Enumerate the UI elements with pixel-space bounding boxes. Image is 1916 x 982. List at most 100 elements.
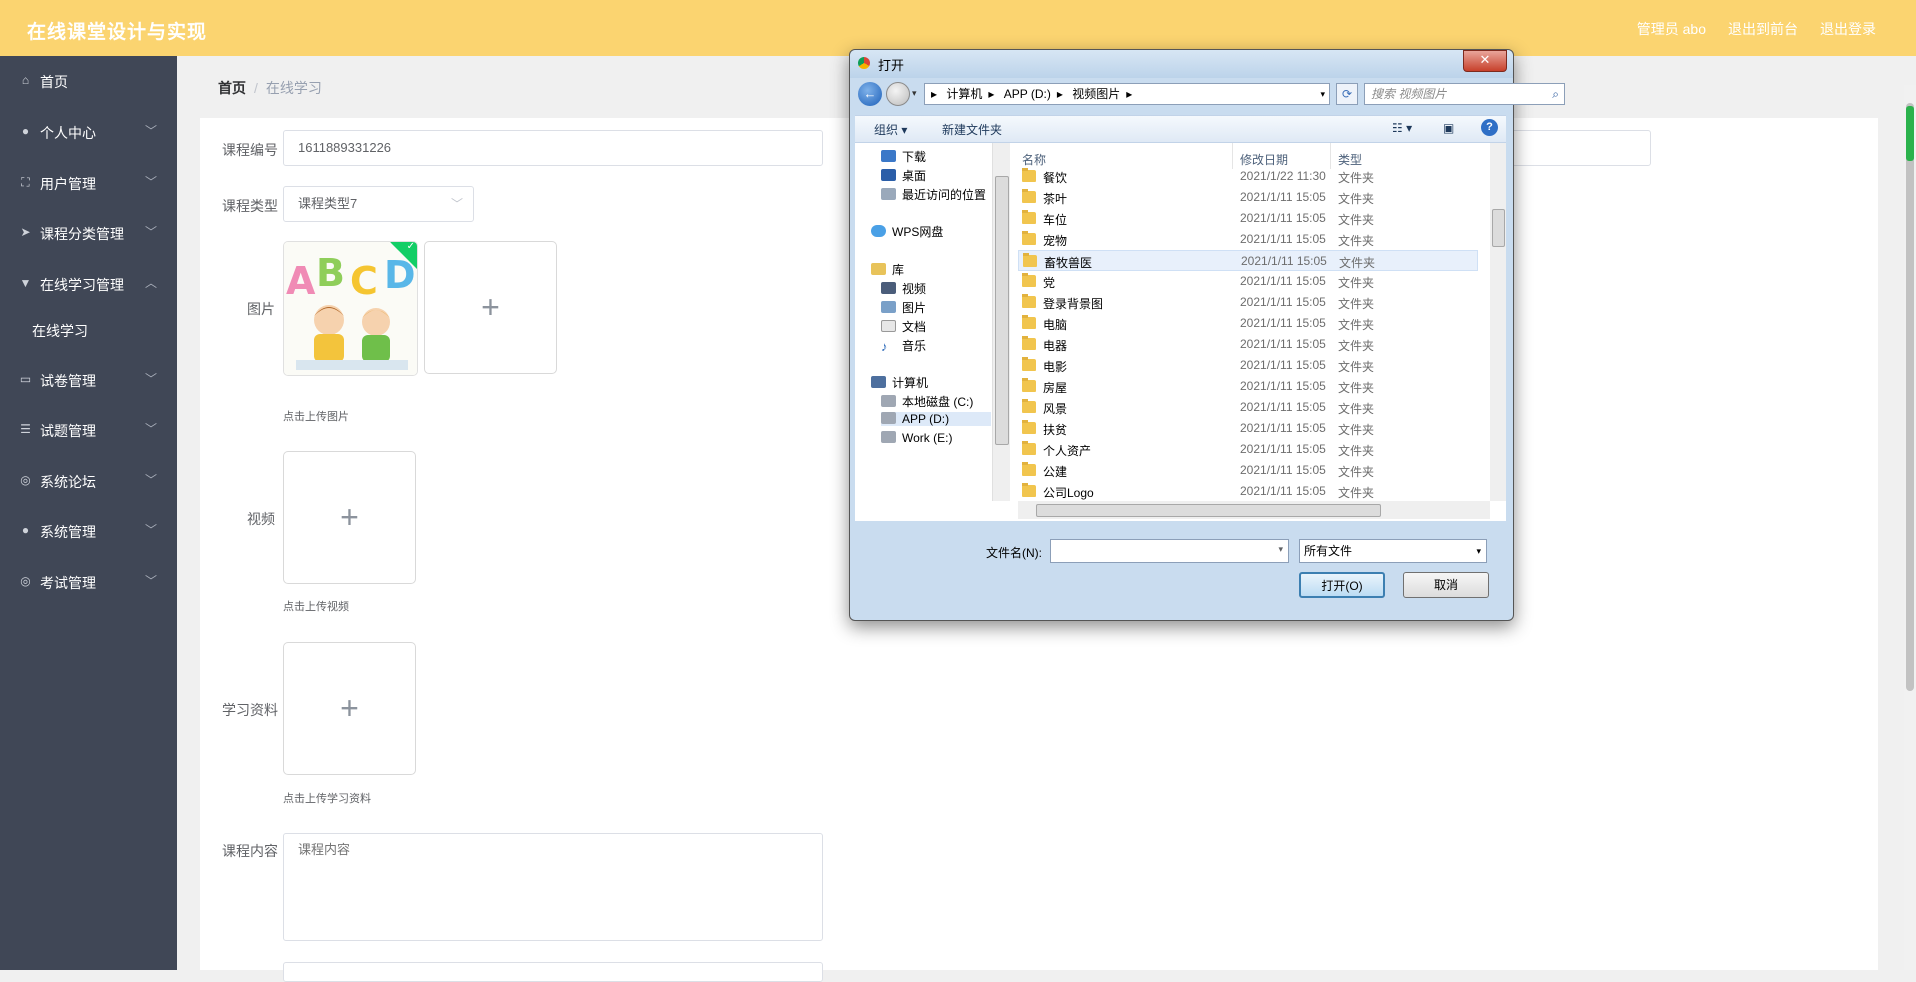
address-segment[interactable]: 计算机	[946, 87, 982, 101]
file-row-hovered[interactable]: 畜牧兽医 2021/1/11 15:05 文件夹	[1018, 250, 1478, 271]
user-icon: ●	[21, 124, 30, 138]
sidebar-item-forum[interactable]: ◎ 系统论坛 ﹀	[0, 461, 177, 501]
sidebar-item-personal-center[interactable]: ● 个人中心 ﹀	[0, 112, 177, 152]
course-no-input[interactable]: 1611889331226	[283, 130, 823, 166]
computer-icon	[871, 376, 886, 388]
file-row[interactable]: 扶贫 2021/1/11 15:05 文件夹	[1018, 418, 1478, 439]
search-icon: ⌕	[1552, 87, 1559, 101]
sidebar-item-home[interactable]: ⌂ 首页	[0, 61, 177, 101]
sidebar-item-user-management[interactable]: ⛶ 用户管理 ﹀	[0, 163, 177, 203]
file-row[interactable]: 电器 2021/1/11 15:05 文件夹	[1018, 334, 1478, 355]
file-row[interactable]: 风景 2021/1/11 15:05 文件夹	[1018, 397, 1478, 418]
file-row[interactable]: 车位 2021/1/11 15:05 文件夹	[1018, 208, 1478, 229]
material-upload-button[interactable]: +	[283, 642, 416, 775]
file-row[interactable]: 房屋 2021/1/11 15:05 文件夹	[1018, 376, 1478, 397]
sidebar-item-question[interactable]: ☰ 试题管理 ﹀	[0, 410, 177, 450]
file-row[interactable]: 公司Logo 2021/1/11 15:05 文件夹	[1018, 481, 1478, 502]
folder-icon	[1022, 399, 1036, 413]
sidebar-item-online-learning-management[interactable]: ▼ 在线学习管理 ︿	[0, 264, 177, 304]
image-upload-button[interactable]: +	[424, 241, 557, 374]
address-dropdown-icon[interactable]: ▾	[1320, 84, 1325, 104]
nav-item-documents[interactable]: 文档	[881, 318, 926, 335]
organize-button[interactable]: 组织 ▾	[874, 121, 907, 138]
course-type-select[interactable]: 课程类型7 ﹀	[283, 186, 474, 222]
file-row[interactable]: 电脑 2021/1/11 15:05 文件夹	[1018, 313, 1478, 334]
course-content-textarea[interactable]	[283, 833, 823, 941]
folder-icon	[1022, 336, 1036, 350]
file-row[interactable]: 公建 2021/1/11 15:05 文件夹	[1018, 460, 1478, 481]
right-column-input[interactable]	[1506, 130, 1651, 166]
nav-item-drive-e[interactable]: Work (E:)	[881, 431, 952, 445]
file-list-scrollbar[interactable]	[1490, 143, 1506, 501]
file-list-horizontal-scrollbar[interactable]	[1018, 501, 1490, 519]
chevron-down-icon[interactable]: ▾	[1278, 544, 1283, 555]
folder-icon	[1022, 168, 1036, 182]
address-bar[interactable]: ▸ 计算机 ▸ APP (D:) ▸ 视频图片 ▸ ▾	[924, 83, 1330, 105]
file-type-filter-select[interactable]: 所有文件 ▾	[1299, 539, 1487, 563]
preview-pane-icon[interactable]: ▣	[1443, 121, 1454, 135]
nav-item-wps-drive[interactable]: WPS网盘	[871, 223, 943, 240]
sidebar-item-system-management[interactable]: ● 系统管理 ﹀	[0, 511, 177, 551]
logout-link[interactable]: 退出登录	[1820, 19, 1876, 39]
close-button[interactable]: ✕	[1463, 50, 1507, 72]
back-to-front-link[interactable]: 退出到前台	[1728, 19, 1798, 39]
filename-input[interactable]: ▾	[1050, 539, 1289, 563]
forward-arrow-icon[interactable]	[886, 82, 910, 106]
new-folder-button[interactable]: 新建文件夹	[942, 121, 1002, 138]
file-name: 扶贫	[1043, 423, 1068, 437]
svg-text:C: C	[350, 259, 378, 303]
address-segment[interactable]: 视频图片	[1072, 87, 1120, 101]
nav-item-videos[interactable]: 视频	[881, 280, 926, 297]
help-icon[interactable]: ?	[1481, 119, 1498, 136]
nav-item-libraries[interactable]: 库	[871, 261, 904, 278]
file-row[interactable]: 宠物 2021/1/11 15:05 文件夹	[1018, 229, 1478, 250]
navigation-scrollbar[interactable]	[992, 143, 1010, 501]
breadcrumb-home[interactable]: 首页	[218, 80, 246, 96]
video-upload-button[interactable]: +	[283, 451, 416, 584]
nav-item-drive-d[interactable]: APP (D:)	[881, 412, 991, 426]
file-row[interactable]: 个人资产 2021/1/11 15:05 文件夹	[1018, 439, 1478, 460]
address-segment[interactable]: APP (D:)	[1004, 87, 1051, 101]
open-button[interactable]: 打开(O)	[1299, 572, 1385, 598]
page-scrollbar[interactable]	[1904, 85, 1916, 970]
file-row[interactable]: 茶叶 2021/1/11 15:05 文件夹	[1018, 187, 1478, 208]
view-options-icon[interactable]: ☷ ▾	[1392, 121, 1412, 135]
dialog-toolbar: 组织 ▾ 新建文件夹 ☷ ▾ ▣ ?	[855, 115, 1506, 143]
sidebar-item-exam-management[interactable]: ◎ 考试管理 ﹀	[0, 562, 177, 602]
compass-icon: ◎	[20, 473, 31, 487]
file-row[interactable]: 登录背景图 2021/1/11 15:05 文件夹	[1018, 292, 1478, 313]
dialog-title-bar[interactable]: 打开 ✕	[850, 50, 1513, 78]
search-input[interactable]: 搜索 视频图片 ⌕	[1364, 83, 1565, 105]
file-row[interactable]: 餐饮 2021/1/22 11:30 文件夹	[1018, 166, 1478, 187]
navigation-scrollbar-thumb[interactable]	[995, 176, 1009, 445]
nav-item-drive-c[interactable]: 本地磁盘 (C:)	[881, 393, 973, 410]
history-dropdown-icon[interactable]: ▾	[912, 88, 917, 99]
uploaded-image-thumbnail[interactable]: A B C D ✓	[283, 241, 418, 376]
cancel-button[interactable]: 取消	[1403, 572, 1489, 598]
horizontal-scrollbar-thumb[interactable]	[1036, 504, 1381, 517]
admin-user-link[interactable]: 管理员 abo	[1637, 19, 1706, 39]
back-arrow-icon[interactable]: ←	[858, 82, 882, 106]
nav-item-recent[interactable]: 最近访问的位置	[881, 186, 986, 203]
file-date: 2021/1/11 15:05	[1240, 337, 1326, 351]
file-type: 文件夹	[1338, 234, 1375, 248]
svg-text:B: B	[316, 251, 345, 295]
nav-item-downloads[interactable]: 下载	[881, 148, 926, 165]
nav-item-pictures[interactable]: 图片	[881, 299, 926, 316]
nav-item-desktop[interactable]: 桌面	[881, 167, 926, 184]
nav-item-label: APP (D:)	[902, 412, 950, 426]
nav-item-computer[interactable]: 计算机	[871, 374, 928, 391]
file-row[interactable]: 党 2021/1/11 15:05 文件夹	[1018, 271, 1478, 292]
nav-item-music[interactable]: ♪ 音乐	[881, 337, 926, 354]
next-field-input[interactable]	[283, 962, 823, 982]
file-list-scrollbar-thumb[interactable]	[1492, 209, 1505, 247]
refresh-icon[interactable]: ⟳	[1336, 83, 1358, 105]
sidebar-item-course-category[interactable]: ➤ 课程分类管理 ﹀	[0, 213, 177, 253]
sidebar-item-label: 系统论坛	[40, 474, 96, 490]
page-scrollbar-thumb[interactable]	[1906, 103, 1914, 691]
sidebar-item-exam-paper[interactable]: ▭ 试卷管理 ﹀	[0, 360, 177, 400]
chevron-right-icon: ▸	[1126, 87, 1133, 101]
file-row[interactable]: 电影 2021/1/11 15:05 文件夹	[1018, 355, 1478, 376]
file-date: 2021/1/11 15:05	[1240, 274, 1326, 288]
sidebar-subitem-online-learning[interactable]: 在线学习	[32, 321, 88, 341]
